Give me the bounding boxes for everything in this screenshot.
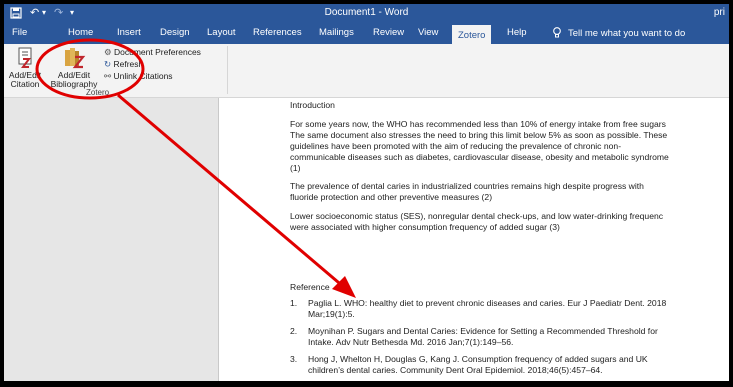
reference-line: Paglia L. WHO: healthy diet to prevent c… bbox=[308, 298, 667, 308]
tab-review[interactable]: Review bbox=[373, 27, 404, 38]
reference-number: 2. bbox=[290, 326, 298, 336]
tab-zotero[interactable]: Zotero bbox=[452, 25, 492, 44]
unlink-icon: ⚯ bbox=[104, 71, 112, 81]
refresh-icon: ↻ bbox=[104, 59, 112, 69]
doc-paragraph-line: (1) bbox=[290, 163, 301, 173]
doc-heading-introduction: Introduction bbox=[290, 100, 335, 110]
tell-me-search[interactable]: Tell me what you want to do bbox=[552, 27, 685, 39]
add-edit-citation-label-2: Citation bbox=[10, 79, 40, 89]
tab-insert[interactable]: Insert bbox=[117, 27, 141, 38]
bibliography-icon bbox=[65, 48, 86, 69]
tell-me-label: Tell me what you want to do bbox=[568, 28, 686, 39]
document-canvas: Introduction For some years now, the WHO… bbox=[4, 98, 729, 381]
doc-paragraph-line: Lower socioeconomic status (SES), nonreg… bbox=[290, 211, 664, 221]
doc-paragraph-line: guidelines have been promoted with the a… bbox=[290, 141, 622, 151]
citation-icon bbox=[18, 47, 32, 68]
tab-view[interactable]: View bbox=[418, 27, 438, 38]
ribbon-divider bbox=[227, 46, 228, 94]
doc-heading-reference: Reference bbox=[290, 282, 330, 292]
zotero-ribbon: Add/Edit Citation Add/Edit Bibliography … bbox=[4, 44, 729, 98]
reference-number: 1. bbox=[290, 298, 298, 308]
tab-help[interactable]: Help bbox=[507, 27, 527, 38]
user-name[interactable]: pri bbox=[714, 7, 725, 18]
refresh-label: Refresh bbox=[113, 59, 144, 69]
document-preferences-label: Document Preferences bbox=[114, 47, 201, 57]
unlink-citations-button[interactable]: ⚯ Unlink Citations bbox=[104, 71, 173, 82]
refresh-button[interactable]: ↻ Refresh bbox=[104, 59, 143, 70]
tab-references[interactable]: References bbox=[253, 27, 302, 38]
ribbon-group-label: Zotero bbox=[86, 88, 110, 97]
reference-line: Hong J, Whelton H, Douglas G, Kang J. Co… bbox=[308, 354, 648, 364]
ribbon-tabs: File Home Insert Design Layout Reference… bbox=[4, 23, 729, 44]
reference-number: 3. bbox=[290, 354, 298, 364]
doc-paragraph-line: The prevalence of dental caries in indus… bbox=[290, 181, 644, 191]
reference-line: Intake. Adv Nutr Bethesda Md. 2016 Jan;7… bbox=[308, 337, 514, 347]
doc-paragraph-line: The same document also stresses the need… bbox=[290, 130, 668, 140]
reference-line: Moynihan P. Sugars and Dental Caries: Ev… bbox=[308, 326, 658, 336]
doc-paragraph-line: communicable diseases such as diabetes, … bbox=[290, 152, 669, 162]
preferences-gear-icon: ⚙ bbox=[104, 47, 112, 57]
unlink-citations-label: Unlink Citations bbox=[113, 71, 173, 81]
reference-line: Mar;19(1):5. bbox=[308, 309, 355, 319]
reference-line: children’s dental caries. Community Dent… bbox=[308, 365, 603, 375]
tab-file[interactable]: File bbox=[12, 27, 27, 38]
tab-design[interactable]: Design bbox=[160, 27, 190, 38]
add-edit-citation-button[interactable]: Add/Edit Citation bbox=[6, 47, 44, 89]
word-window: ↶ ▾ ↷ ▾ Document1 - Word pri File Home I… bbox=[4, 4, 729, 381]
document-preferences-button[interactable]: ⚙ Document Preferences bbox=[104, 47, 201, 58]
tab-layout[interactable]: Layout bbox=[207, 27, 236, 38]
doc-paragraph-line: fluoride protection and other preventive… bbox=[290, 192, 493, 202]
title-bar: ↶ ▾ ↷ ▾ Document1 - Word pri bbox=[4, 4, 729, 23]
doc-paragraph-line: were associated with higher consumption … bbox=[290, 222, 560, 232]
doc-paragraph-line: For some years now, the WHO has recommen… bbox=[290, 119, 666, 129]
document-page[interactable]: Introduction For some years now, the WHO… bbox=[219, 98, 729, 381]
lightbulb-icon bbox=[553, 27, 561, 38]
tab-home[interactable]: Home bbox=[68, 27, 93, 38]
document-left-margin bbox=[4, 98, 219, 381]
window-title: Document1 - Word bbox=[324, 7, 409, 18]
add-edit-bibliography-button[interactable]: Add/Edit Bibliography bbox=[50, 47, 98, 89]
tab-mailings[interactable]: Mailings bbox=[319, 27, 354, 38]
